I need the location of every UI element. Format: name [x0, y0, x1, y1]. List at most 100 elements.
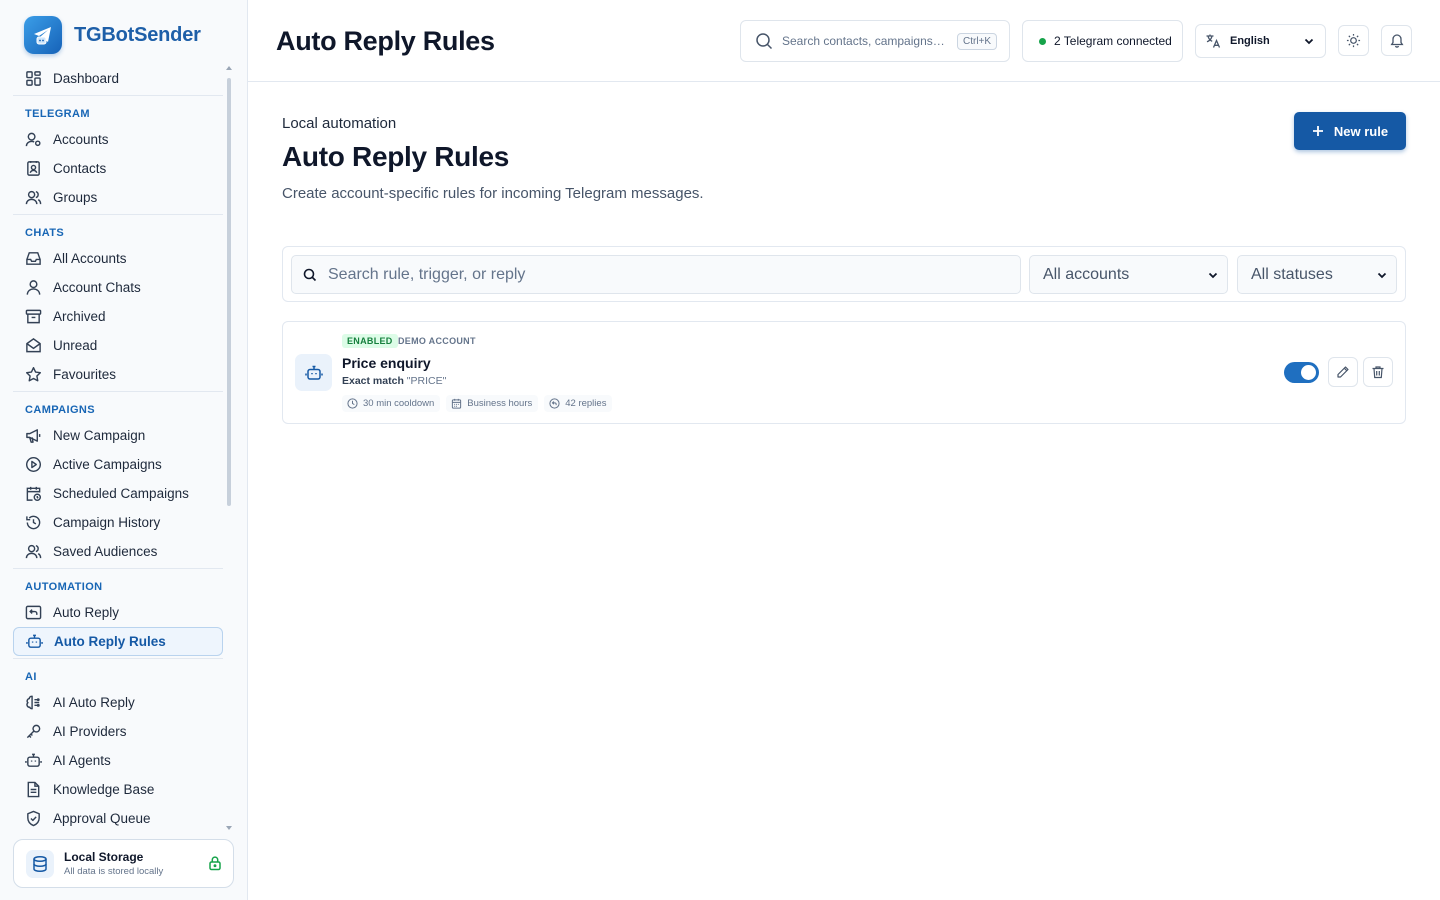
- key-icon: [26, 724, 41, 739]
- accounts-select[interactable]: All accounts: [1029, 255, 1228, 294]
- sidebar-item-label: Dashboard: [53, 71, 120, 86]
- status-dot: [1039, 37, 1046, 45]
- sidebar-item-new-campaign[interactable]: New Campaign: [13, 421, 223, 450]
- cooldown-chip: 30 min cooldown: [342, 395, 441, 412]
- notifications-button[interactable]: [1381, 25, 1412, 56]
- match-type: Exact match: [342, 375, 404, 387]
- reply-icon: [549, 398, 560, 409]
- sidebar-item-label: Knowledge Base: [53, 782, 155, 797]
- bot-icon: [25, 753, 42, 767]
- reply-box-icon: [25, 605, 42, 620]
- connection-label: 2 Telegram connected: [1054, 34, 1172, 48]
- page-description: Create account-specific rules for incomi…: [282, 185, 704, 202]
- cooldown-label: 30 min cooldown: [363, 398, 435, 409]
- sidebar-item-knowledge-base[interactable]: Knowledge Base: [13, 775, 223, 804]
- user-icon: [26, 280, 41, 295]
- filter-bar: Search rule, trigger, or reply All accou…: [282, 246, 1406, 302]
- language-select[interactable]: English: [1195, 24, 1326, 58]
- dashboard-icon: [26, 71, 41, 86]
- bell-icon: [1390, 34, 1403, 48]
- rule-name: Price enquiry: [342, 355, 431, 371]
- clock-icon: [347, 398, 358, 409]
- rule-meta: 30 min cooldown Business hours 42 replie…: [342, 395, 613, 412]
- play-circle-icon: [25, 456, 42, 473]
- sidebar-item-account-chats[interactable]: Account Chats: [13, 273, 223, 302]
- schedule-label: Business hours: [467, 398, 533, 409]
- document-icon: [27, 781, 40, 798]
- users-icon: [25, 544, 42, 559]
- new-rule-button[interactable]: New rule: [1294, 112, 1406, 150]
- sidebar-scrollbar[interactable]: [226, 66, 232, 830]
- inbox-icon: [26, 252, 41, 265]
- rule-search-input[interactable]: Search rule, trigger, or reply: [291, 255, 1021, 294]
- brand[interactable]: TGBotSender: [24, 14, 201, 56]
- theme-toggle-button[interactable]: [1338, 25, 1369, 56]
- sidebar-item-contacts[interactable]: Contacts: [13, 154, 223, 183]
- sidebar-item-scheduled-campaigns[interactable]: Scheduled Campaigns: [13, 479, 223, 508]
- sidebar-item-favourites[interactable]: Favourites: [13, 360, 223, 389]
- sidebar-item-label: Scheduled Campaigns: [53, 486, 189, 501]
- local-storage-card[interactable]: Local Storage All data is stored locally: [13, 839, 234, 888]
- sidebar-item-saved-audiences[interactable]: Saved Audiences: [13, 537, 223, 566]
- brand-name: TGBotSender: [74, 23, 201, 46]
- shield-check-icon: [27, 810, 40, 827]
- sidebar-item-label: Unread: [53, 338, 98, 353]
- sidebar-item-label: AI Auto Reply: [53, 695, 135, 710]
- contact-book-icon: [27, 160, 40, 176]
- sidebar-item-active-campaigns[interactable]: Active Campaigns: [13, 450, 223, 479]
- header-title: Auto Reply Rules: [276, 26, 495, 56]
- sidebar-item-label: Saved Audiences: [53, 544, 158, 559]
- plus-icon: [1312, 126, 1323, 136]
- sidebar-item-auto-reply-rules[interactable]: Auto Reply Rules: [13, 627, 223, 656]
- rule-match: Exact match "PRICE": [342, 375, 446, 387]
- sidebar-item-label: Account Chats: [53, 280, 141, 295]
- translate-icon: [1206, 34, 1221, 48]
- match-trigger: "PRICE": [406, 375, 447, 387]
- telegram-connection-status[interactable]: 2 Telegram connected: [1022, 20, 1183, 62]
- sidebar-item-ai-agents[interactable]: AI Agents: [13, 746, 223, 775]
- sidebar-item-label: AI Agents: [53, 753, 111, 768]
- archive-icon: [25, 309, 42, 324]
- page-eyebrow: Local automation: [282, 115, 397, 132]
- chevron-down-icon: [1377, 272, 1387, 279]
- accounts-select-value: All accounts: [1043, 265, 1130, 283]
- account-badge: DEMO ACCOUNT: [398, 336, 476, 346]
- delete-rule-button[interactable]: [1363, 357, 1393, 387]
- calendar-clock-icon: [26, 486, 42, 502]
- bot-icon: [295, 354, 332, 391]
- search-icon: [756, 33, 773, 50]
- sidebar-item-accounts[interactable]: Accounts: [13, 125, 223, 154]
- sidebar-item-archived[interactable]: Archived: [13, 302, 223, 331]
- sidebar-nav: Dashboard TELEGRAM Accounts Contacts Gro…: [13, 64, 223, 832]
- sidebar-item-ai-auto-reply[interactable]: AI Auto Reply: [13, 688, 223, 717]
- sidebar-item-label: Accounts: [53, 132, 109, 147]
- replies-label: 42 replies: [565, 398, 607, 409]
- edit-rule-button[interactable]: [1328, 357, 1358, 387]
- sidebar-item-auto-reply[interactable]: Auto Reply: [13, 598, 223, 627]
- sidebar-item-campaign-history[interactable]: Campaign History: [13, 508, 223, 537]
- scroll-down-arrow-icon[interactable]: [226, 826, 232, 830]
- section-telegram: TELEGRAM: [25, 108, 90, 120]
- sidebar-item-unread[interactable]: Unread: [13, 331, 223, 360]
- sidebar-item-approval-queue[interactable]: Approval Queue: [13, 804, 223, 832]
- replies-chip: 42 replies: [544, 395, 613, 412]
- sidebar-item-label: Groups: [53, 190, 98, 205]
- sidebar-item-dashboard[interactable]: Dashboard: [13, 64, 223, 93]
- star-icon: [25, 366, 42, 382]
- sidebar-item-ai-providers[interactable]: AI Providers: [13, 717, 223, 746]
- sidebar-item-groups[interactable]: Groups: [13, 183, 223, 212]
- new-rule-label: New rule: [1333, 123, 1389, 139]
- rule-card[interactable]: ENABLED DEMO ACCOUNT Price enquiry Exact…: [282, 321, 1406, 424]
- section-campaigns: CAMPAIGNS: [25, 404, 96, 416]
- sidebar-item-all-accounts[interactable]: All Accounts: [13, 244, 223, 273]
- sidebar-item-label: Auto Reply: [53, 605, 120, 620]
- statuses-select[interactable]: All statuses: [1237, 255, 1397, 294]
- trash-icon: [1372, 366, 1384, 379]
- global-search-placeholder: Search contacts, campaigns, t...: [782, 34, 948, 48]
- scroll-thumb[interactable]: [227, 78, 231, 506]
- global-search-input[interactable]: Search contacts, campaigns, t... Ctrl+K: [740, 20, 1010, 62]
- scroll-up-arrow-icon[interactable]: [226, 66, 232, 70]
- sidebar-item-label: Active Campaigns: [53, 457, 162, 472]
- schedule-chip: Business hours: [446, 395, 539, 412]
- rule-enabled-toggle[interactable]: [1284, 362, 1319, 383]
